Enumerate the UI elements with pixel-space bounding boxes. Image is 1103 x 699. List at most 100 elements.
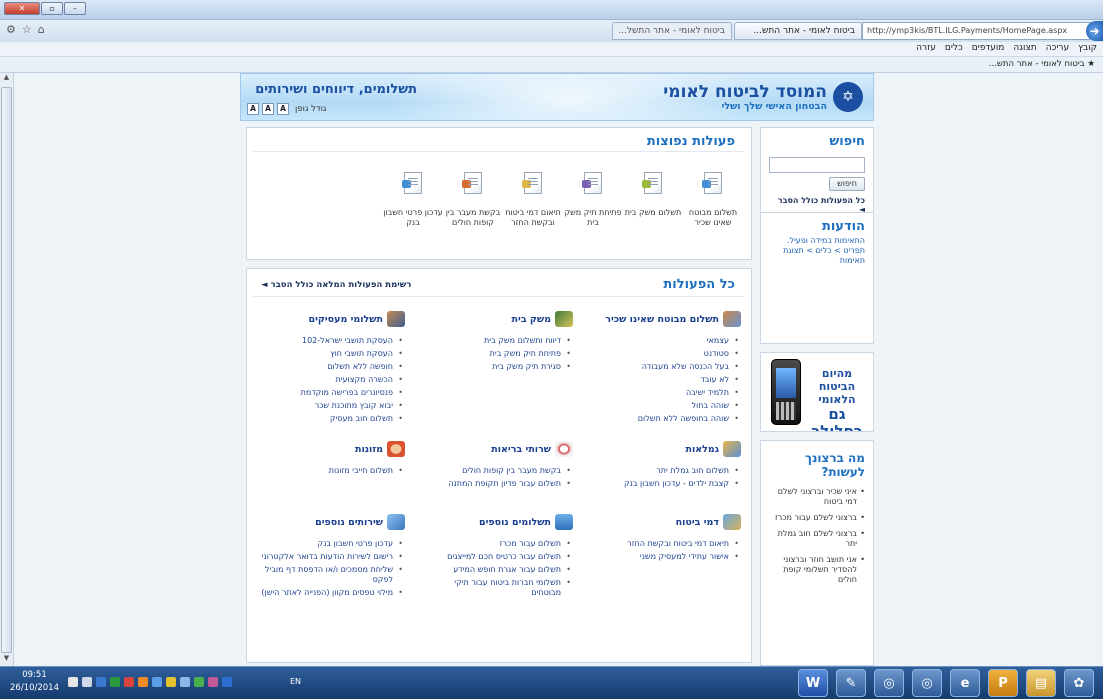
system-clock[interactable]: 09:51 26/10/2014	[10, 669, 59, 695]
browser-tab-2[interactable]: ביטוח לאומי - אתר התש...	[734, 22, 862, 40]
word-icon[interactable]: W	[798, 669, 828, 697]
powerpoint-icon[interactable]: P	[988, 669, 1018, 697]
action-link[interactable]: חופשה ללא תשלום	[327, 362, 393, 371]
action-link[interactable]: תלמיד ישיבה	[686, 388, 729, 397]
popular-item[interactable]: תיאום דמי ביטוח ובקשת החזר	[503, 172, 563, 228]
action-link[interactable]: סטודנט	[704, 349, 729, 358]
category-title[interactable]: שרותי בריאות	[491, 444, 551, 455]
tray-app-icon[interactable]	[208, 677, 218, 687]
mobile-promo-banner[interactable]: מהיום הביטוח הלאומי גם בסלולר	[760, 352, 874, 432]
chrome-icon[interactable]: ◎	[912, 669, 942, 697]
address-bar[interactable]: http://ymp3kis/BTL.ILG.Payments/HomePage…	[862, 22, 1090, 40]
news-item[interactable]: תפריט > כלים > תצוגת תאימות	[769, 246, 865, 266]
minimize-window-button[interactable]: –	[64, 2, 86, 15]
volume-icon[interactable]	[68, 677, 78, 687]
action-link[interactable]: העסקת תושבי חוץ	[330, 349, 393, 358]
action-link[interactable]: קצבת ילדים - עדכון חשבון בנק	[624, 479, 729, 488]
action-link[interactable]: תשלום עבור אגרת חופש המידע	[453, 565, 561, 574]
category-title[interactable]: שירותים נוספים	[315, 517, 383, 528]
font-medium-button[interactable]: A	[262, 103, 274, 115]
font-small-button[interactable]: A	[277, 103, 289, 115]
gear-icon[interactable]: ⚙	[6, 23, 16, 36]
star-icon[interactable]: ☆	[22, 23, 32, 36]
menu-file[interactable]: קובץ	[1078, 43, 1097, 53]
action-link[interactable]: שוהה בחופשה ללא תשלום	[638, 414, 729, 423]
category-title[interactable]: דמי ביטוח	[676, 517, 719, 528]
action-link[interactable]: פתיחת תיק משק בית	[490, 349, 561, 358]
network-icon[interactable]	[82, 677, 92, 687]
tray-app-icon[interactable]	[222, 677, 232, 687]
search-input[interactable]	[769, 157, 865, 173]
action-link[interactable]: עצמאי	[707, 336, 729, 345]
menu-tools[interactable]: כלים	[945, 43, 963, 53]
action-link[interactable]: לא עובד	[700, 375, 729, 384]
vertical-scrollbar[interactable]: ▲ ▼	[0, 73, 14, 666]
action-link[interactable]: רישום לשירות הודעות בדואר אלקטרוני	[262, 552, 393, 561]
action-link[interactable]: תשלום חוב מעסיק	[330, 414, 393, 423]
back-button[interactable]: ➜	[1086, 21, 1103, 41]
favorite-link[interactable]: ★ ביטוח לאומי - אתר התש...	[989, 59, 1095, 69]
folder-icon[interactable]: ▤	[1026, 669, 1056, 697]
popular-item[interactable]: עדכון פרטי חשבון בנק	[383, 172, 443, 228]
category-title[interactable]: מזונות	[355, 444, 383, 455]
action-link[interactable]: תשלום עבור כרטיס חכם למייצגים	[447, 552, 561, 561]
tray-app-icon[interactable]	[96, 677, 106, 687]
home-icon[interactable]: ⌂	[38, 23, 45, 36]
action-link[interactable]: תיאום דמי ביטוח ובקשת החזר	[627, 539, 729, 548]
internet-explorer-icon[interactable]: e	[950, 669, 980, 697]
action-link[interactable]: יבוא קובץ מתוכנת שכר	[315, 401, 393, 410]
action-link[interactable]: תשלום חייבי מזונות	[329, 466, 393, 475]
menu-favorites[interactable]: מועדפים	[972, 43, 1005, 53]
chrome-icon[interactable]: ◎	[874, 669, 904, 697]
action-link[interactable]: תשלומי חברות ביטוח עבור תיקי מבוטחים	[454, 578, 561, 597]
tray-app-icon[interactable]	[194, 677, 204, 687]
media-icon[interactable]: ✿	[1064, 669, 1094, 697]
action-link[interactable]: תשלום עבור פדיון תקופת המתנה	[448, 479, 561, 488]
scroll-thumb[interactable]	[1, 87, 12, 653]
action-link[interactable]: פנסיונרים בפרישה מוקדמת	[301, 388, 393, 397]
action-link[interactable]: בקשת מעבר בין קופות חולים	[462, 466, 561, 475]
category-title[interactable]: גמלאות	[685, 444, 719, 455]
action-link[interactable]: הכשרה מקצועית	[336, 375, 394, 384]
action-link[interactable]: תשלום חוב גמלת יתר	[656, 466, 729, 475]
action-link[interactable]: סגירת תיק משק בית	[492, 362, 561, 371]
what-to-do-item[interactable]: ברצוני לשלם עבור מכרז	[769, 513, 865, 523]
language-indicator[interactable]: EN	[290, 677, 301, 686]
action-link[interactable]: שליחת מסמכים ו/או הדפסת דף מוביל לפקס	[265, 565, 393, 584]
tray-app-icon[interactable]	[166, 677, 176, 687]
action-link[interactable]: שוהה בחול	[692, 401, 729, 410]
scroll-down-arrow-icon[interactable]: ▼	[0, 654, 13, 666]
full-list-link[interactable]: רשימת הפעולות המלאה כולל הסבר ◄	[261, 280, 411, 290]
action-link[interactable]: בעל הכנסה שלא מעבודה	[642, 362, 729, 371]
action-link[interactable]: דיווח ותשלום משק בית	[484, 336, 561, 345]
action-link[interactable]: עדכון פרטי חשבון בנק	[318, 539, 393, 548]
browser-tab-1[interactable]: ביטוח לאומי - אתר התשל...	[612, 22, 732, 40]
tray-app-icon[interactable]	[138, 677, 148, 687]
category-title[interactable]: תשלום מבוטח שאינו שכיר	[605, 314, 719, 325]
scroll-up-arrow-icon[interactable]: ▲	[0, 73, 13, 85]
tray-app-icon[interactable]	[180, 677, 190, 687]
site-logo[interactable]: ✡ המוסד לביטוח לאומי הבטחון האישי שלך וש…	[663, 82, 863, 112]
what-to-do-item[interactable]: אני תושב חוזר וברצוני להסדיר תשלומי קופת…	[769, 555, 865, 585]
menu-view[interactable]: תצוגה	[1013, 43, 1036, 53]
category-title[interactable]: תשלומים נוספים	[479, 517, 551, 528]
category-title[interactable]: תשלומי מעסיקים	[308, 314, 383, 325]
popular-item[interactable]: תשלום מבוטח שאינו שכיר	[683, 172, 743, 228]
menu-help[interactable]: עזרה	[916, 43, 936, 53]
category-title[interactable]: משק בית	[512, 314, 551, 325]
what-to-do-item[interactable]: איני שכיר וברצוני לשלם דמי ביטוח	[769, 487, 865, 507]
what-to-do-item[interactable]: ברצוני לשלם חוב גמלת יתר	[769, 529, 865, 549]
maximize-window-button[interactable]: ▫	[41, 2, 63, 15]
news-item[interactable]: התאימות במידה ופעיל.	[769, 236, 865, 246]
search-button[interactable]: חיפוש	[829, 177, 865, 191]
font-large-button[interactable]: A	[247, 103, 259, 115]
action-link[interactable]: אישור עתידי למעסיק משני	[640, 552, 729, 561]
popular-item[interactable]: פתיחת תיק משק בית	[563, 172, 623, 228]
menu-edit[interactable]: עריכה	[1046, 43, 1069, 53]
close-window-button[interactable]: ✕	[4, 2, 40, 15]
tray-app-icon[interactable]	[152, 677, 162, 687]
tray-app-icon[interactable]	[110, 677, 120, 687]
paint-icon[interactable]: ✎	[836, 669, 866, 697]
tray-app-icon[interactable]	[124, 677, 134, 687]
popular-item[interactable]: בקשת מעבר בין קופות חולים	[443, 172, 503, 228]
